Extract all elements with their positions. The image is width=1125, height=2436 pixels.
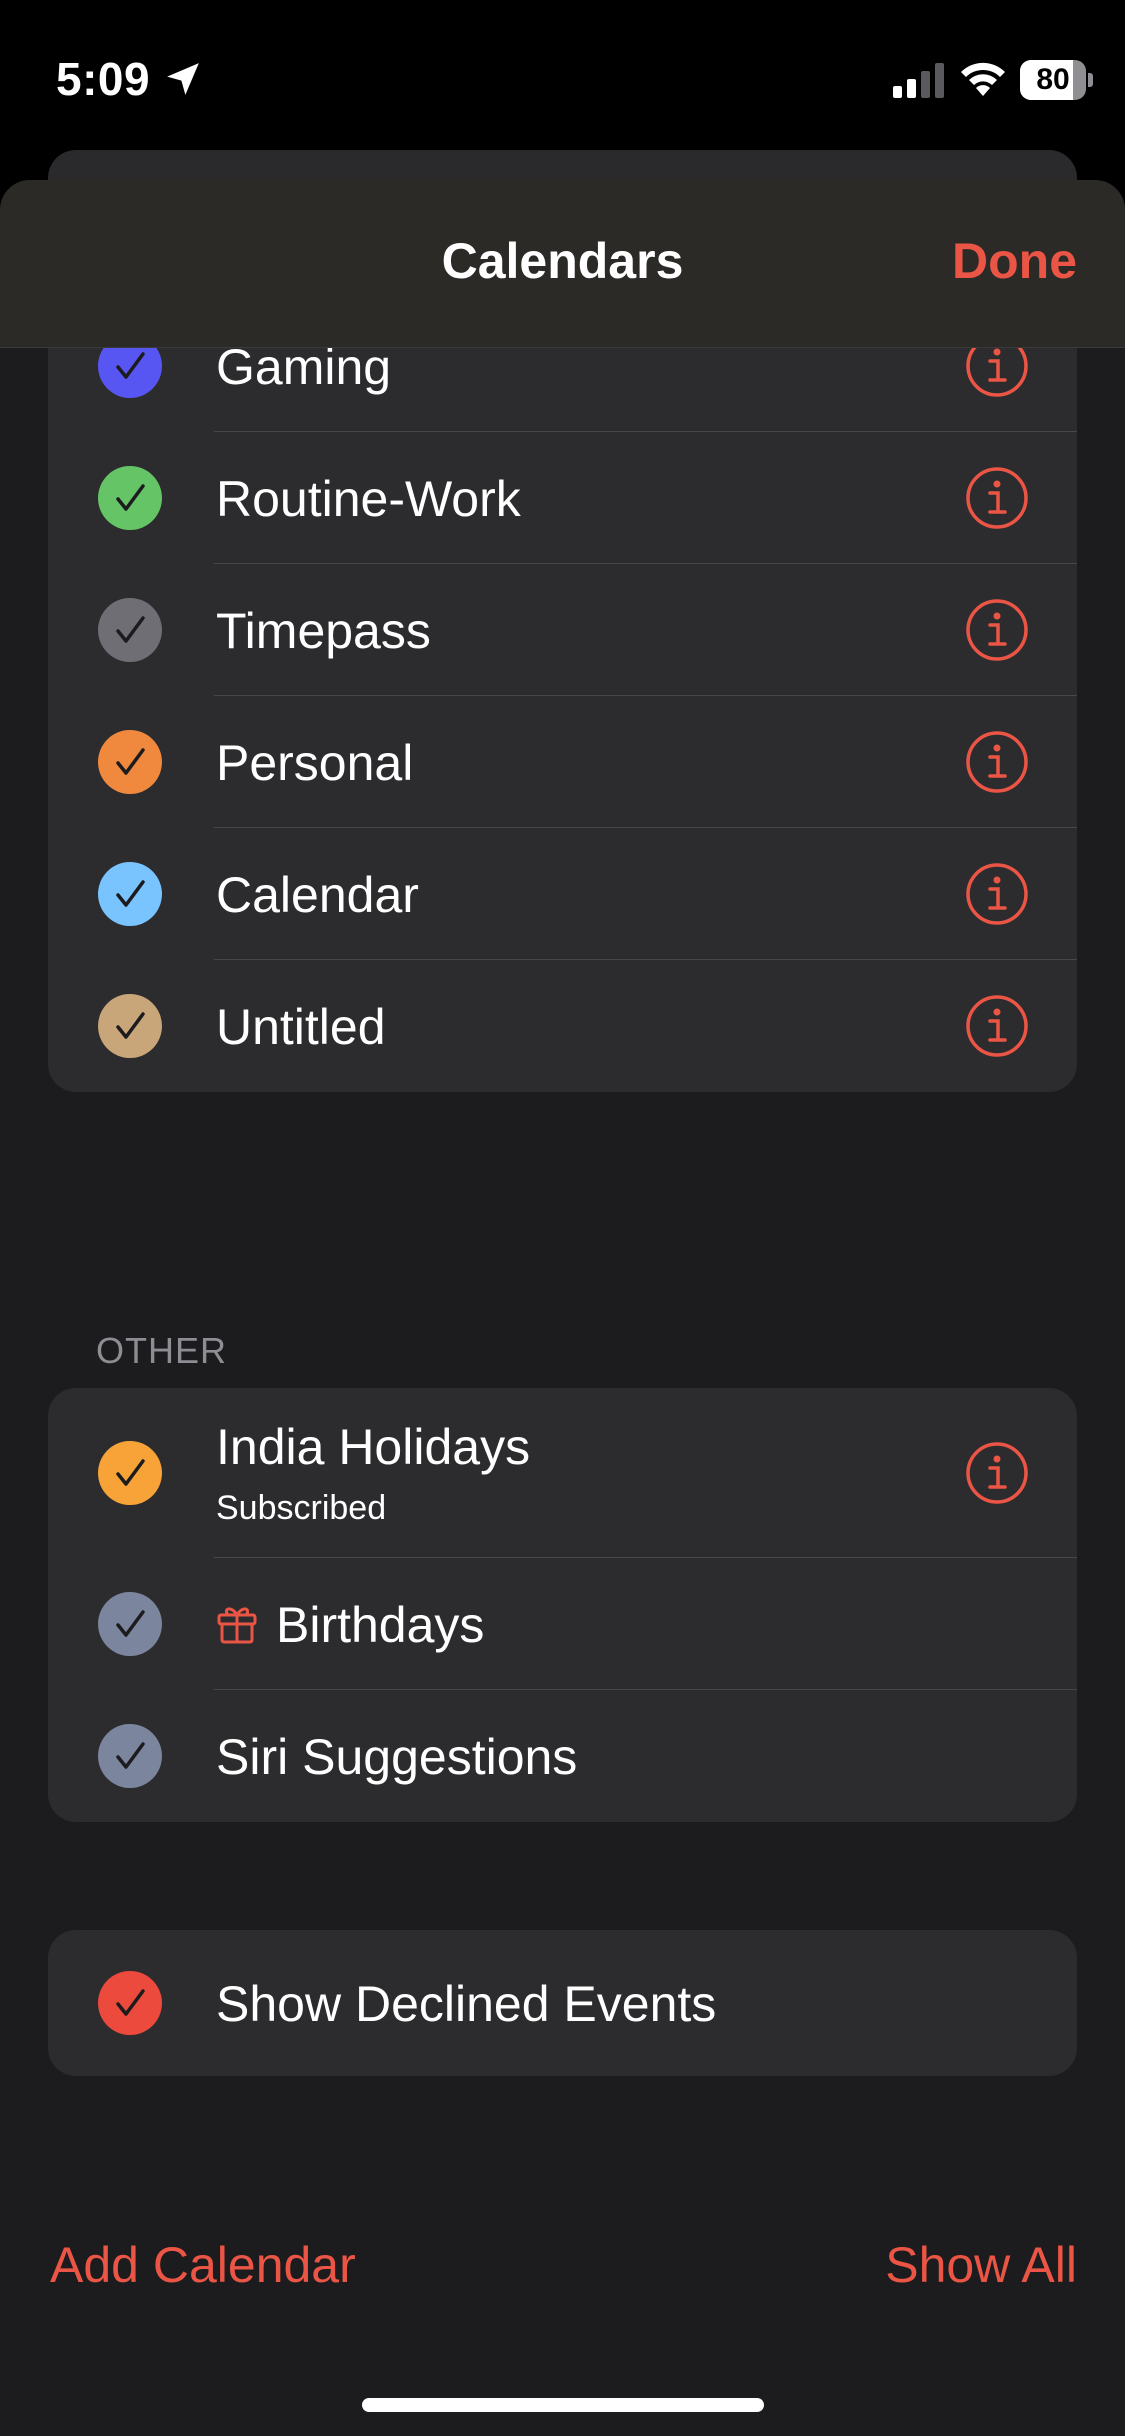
calendar-name: Calendar bbox=[216, 867, 419, 923]
calendar-name: Routine-Work bbox=[216, 471, 521, 527]
wifi-icon bbox=[961, 62, 1005, 96]
calendar-name: Untitled bbox=[216, 999, 386, 1055]
checkmark-icon[interactable] bbox=[98, 598, 162, 662]
checkmark-icon[interactable] bbox=[98, 1441, 162, 1505]
calendar-row-routine-work[interactable]: Routine-Work bbox=[48, 432, 1077, 564]
calendar-row-personal[interactable]: Personal bbox=[48, 696, 1077, 828]
section-header-other: OTHER bbox=[96, 1330, 227, 1371]
gift-icon bbox=[217, 1607, 257, 1644]
calendar-row-birthdays[interactable]: Birthdays bbox=[48, 1558, 1077, 1690]
location-arrow-icon bbox=[167, 63, 199, 95]
status-bar: 5:09 80 bbox=[0, 0, 1125, 150]
home-indicator bbox=[362, 2398, 764, 2412]
info-icon[interactable] bbox=[965, 994, 1029, 1058]
calendar-name: Birthdays bbox=[276, 1597, 485, 1653]
calendar-row-calendar[interactable]: Calendar bbox=[48, 828, 1077, 960]
calendar-row-india-holidays[interactable]: India Holidays Subscribed bbox=[48, 1388, 1077, 1558]
calendar-row-timepass[interactable]: Timepass bbox=[48, 564, 1077, 696]
show-all-button[interactable]: Show All bbox=[885, 2236, 1077, 2294]
nav-bar: Calendars Done bbox=[0, 180, 1125, 348]
info-icon[interactable] bbox=[965, 862, 1029, 926]
status-time: 5:09 bbox=[56, 53, 151, 105]
checkmark-icon[interactable] bbox=[98, 1592, 162, 1656]
declined-events-group: Show Declined Events bbox=[48, 1930, 1077, 2076]
calendars-sheet: Calendars Done Web SeriesGamingRoutine-W… bbox=[0, 180, 1125, 2436]
checkmark-icon[interactable] bbox=[98, 466, 162, 530]
calendar-row-siri-suggestions[interactable]: Siri Suggestions bbox=[48, 1690, 1077, 1822]
show-declined-events-label: Show Declined Events bbox=[216, 1976, 717, 2032]
battery-level: 80 bbox=[1036, 63, 1070, 96]
battery-icon: 80 bbox=[1020, 60, 1093, 100]
calendar-subtitle: Subscribed bbox=[216, 1489, 387, 1527]
checkmark-icon[interactable] bbox=[98, 1724, 162, 1788]
checkmark-icon[interactable] bbox=[98, 1971, 162, 2035]
info-icon[interactable] bbox=[965, 730, 1029, 794]
done-button[interactable]: Done bbox=[952, 232, 1077, 290]
calendar-name: India Holidays bbox=[216, 1419, 531, 1475]
show-declined-events-row[interactable]: Show Declined Events bbox=[48, 1930, 1077, 2076]
calendar-name: Siri Suggestions bbox=[216, 1729, 578, 1785]
info-icon[interactable] bbox=[965, 466, 1029, 530]
checkmark-icon[interactable] bbox=[98, 862, 162, 926]
checkmark-icon[interactable] bbox=[98, 994, 162, 1058]
other-calendars-list: India Holidays Subscribed Birthdays Siri… bbox=[48, 1388, 1077, 1822]
calendar-name: Personal bbox=[216, 735, 414, 791]
checkmark-icon[interactable] bbox=[98, 730, 162, 794]
cellular-signal-icon bbox=[893, 63, 944, 98]
calendar-row-untitled[interactable]: Untitled bbox=[48, 960, 1077, 1092]
add-calendar-button[interactable]: Add Calendar bbox=[50, 2236, 356, 2294]
calendar-name: Timepass bbox=[216, 603, 431, 659]
info-icon[interactable] bbox=[965, 1441, 1029, 1505]
info-icon[interactable] bbox=[965, 598, 1029, 662]
